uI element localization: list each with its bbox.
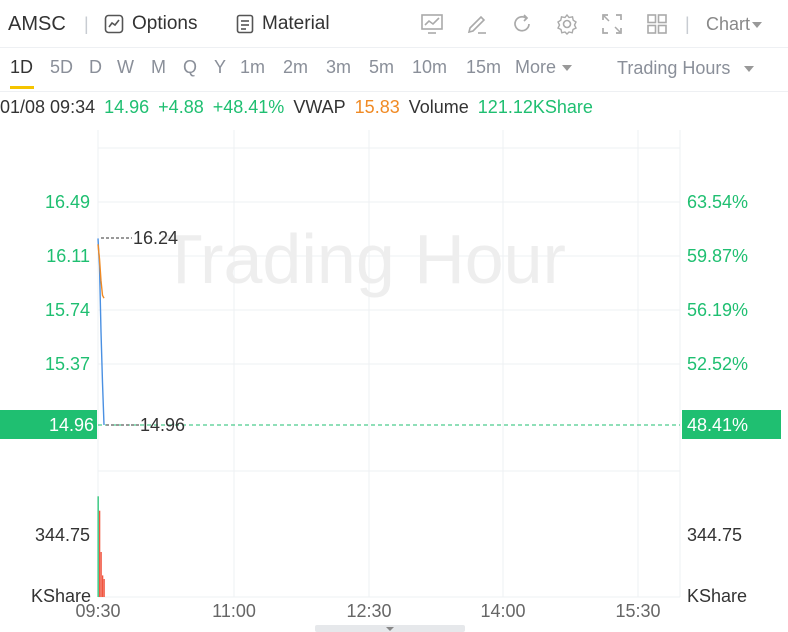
volume-bar [97, 496, 99, 597]
period-5m[interactable]: 5m [369, 57, 394, 78]
volume-bar [103, 579, 105, 597]
chart-type-dropdown[interactable]: Chart [706, 14, 763, 35]
options-label: Options [132, 13, 198, 34]
draw-button[interactable] [464, 11, 490, 37]
session-dropdown[interactable]: Trading Hours [617, 58, 755, 79]
more-label: More [515, 57, 557, 77]
pct-axis-label: 59.87% [687, 246, 748, 266]
active-period-indicator [10, 86, 34, 89]
volume-unit-right: KShare [687, 586, 747, 606]
chevron-down-icon [744, 65, 755, 72]
volume-label: Volume [408, 97, 469, 117]
chart-type-label: Chart [706, 14, 751, 34]
pct-axis-label: 63.54% [687, 192, 748, 212]
chevron-down-icon [752, 21, 763, 28]
volume-bar [102, 575, 104, 597]
time-axis-label: 15:30 [615, 601, 660, 621]
last-marker-label: 14.96 [140, 415, 185, 435]
quote-datetime: 01/08 09:34 [0, 97, 96, 117]
period-1m[interactable]: 1m [240, 57, 265, 78]
period-m[interactable]: M [151, 57, 166, 78]
period-3m[interactable]: 3m [326, 57, 351, 78]
chart-scroll-handle[interactable] [315, 625, 465, 632]
period-5d[interactable]: 5D [50, 57, 73, 78]
period-bar: 1D 5D D W M Q Y 1m 2m 3m 5m 10m 15m More… [0, 48, 788, 92]
volume-axis-label-right: 344.75 [687, 525, 742, 545]
period-10m[interactable]: 10m [412, 57, 447, 78]
high-marker-label: 16.24 [133, 228, 178, 248]
fullscreen-button[interactable] [599, 11, 625, 37]
period-2m[interactable]: 2m [283, 57, 308, 78]
pct-axis-label: 56.19% [687, 300, 748, 320]
chart-grid [97, 130, 681, 598]
intraday-chart[interactable]: Trading Hour 16.24 14.96 16.49 16.11 15.… [0, 120, 788, 632]
session-label: Trading Hours [617, 58, 731, 78]
chevron-down-icon [386, 627, 394, 631]
time-axis-label: 09:30 [75, 601, 120, 621]
period-15m[interactable]: 15m [466, 57, 501, 78]
price-axis-label: 15.74 [45, 300, 90, 320]
gear-icon [557, 13, 577, 35]
quote-change: +4.88 [158, 97, 204, 117]
quote-info-line: 01/08 09:34 14.96 +4.88 +48.41% VWAP 15.… [0, 97, 597, 119]
more-periods-dropdown[interactable]: More [515, 57, 573, 78]
refresh-icon [514, 14, 530, 32]
price-axis-label: 15.37 [45, 354, 90, 374]
material-button[interactable]: Material [236, 12, 330, 36]
quote-change-pct: +48.41% [212, 97, 285, 117]
toolbar-separator-right: | [685, 14, 690, 34]
volume-value: 121.12KShare [477, 97, 593, 117]
period-q[interactable]: Q [183, 57, 197, 78]
period-w[interactable]: W [117, 57, 134, 78]
layout-button[interactable] [644, 11, 670, 37]
toolbar-separator: | [84, 14, 89, 34]
price-axis-label: 16.49 [45, 192, 90, 212]
volume-bar [100, 552, 102, 597]
fullscreen-icon [602, 14, 622, 34]
vwap-value: 15.83 [354, 97, 400, 117]
refresh-button[interactable] [509, 11, 535, 37]
indicator-button[interactable] [419, 11, 445, 37]
material-label: Material [262, 13, 330, 34]
chevron-down-icon [562, 65, 573, 72]
volume-bars [97, 496, 105, 597]
time-axis-label: 14:00 [480, 601, 525, 621]
options-button[interactable]: Options [104, 12, 197, 36]
options-chart-icon [104, 14, 124, 34]
pct-axis-label: 52.52% [687, 354, 748, 374]
period-1d[interactable]: 1D [10, 57, 33, 78]
quote-price: 14.96 [104, 97, 150, 117]
period-y[interactable]: Y [214, 57, 226, 78]
time-axis-label: 11:00 [212, 601, 256, 621]
period-d[interactable]: D [89, 57, 102, 78]
vwap-label: VWAP [293, 97, 346, 117]
stock-symbol: AMSC [8, 13, 66, 35]
vwap-line [97, 244, 105, 299]
top-toolbar: AMSC | Options Material | Chart [0, 0, 788, 48]
volume-axis-label-left: 344.75 [35, 525, 90, 545]
settings-button[interactable] [554, 11, 580, 37]
indicator-icon [421, 14, 443, 34]
volume-bar [99, 510, 101, 597]
watermark-text: Trading Hour [160, 220, 566, 298]
pencil-icon [467, 15, 486, 34]
price-line [97, 238, 105, 426]
material-document-icon [236, 14, 254, 34]
current-pct-tag: 48.41% [687, 415, 748, 435]
current-price-tag: 14.96 [49, 415, 94, 435]
price-axis-label: 16.11 [46, 246, 90, 266]
time-axis-label: 12:30 [346, 601, 391, 621]
grid-layout-icon [647, 14, 667, 34]
